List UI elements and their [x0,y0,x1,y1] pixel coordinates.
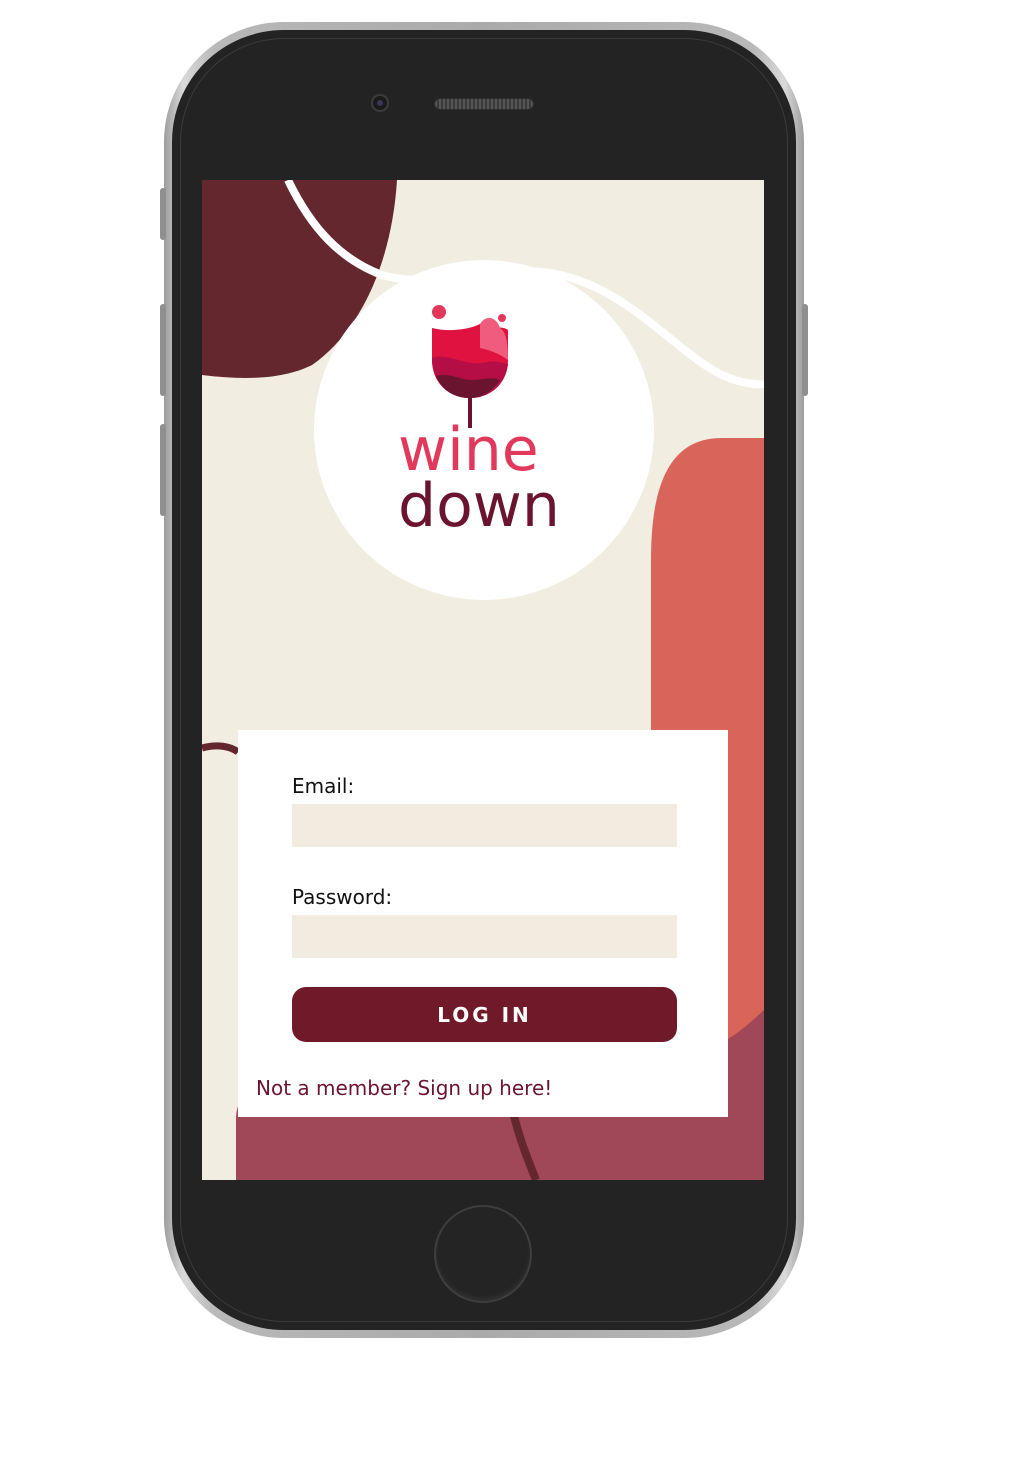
front-camera-icon [371,94,389,112]
signup-link[interactable]: Not a member? Sign up here! [256,1076,552,1100]
login-card: Email: Password: LOG IN Not a member? Si… [238,730,728,1117]
power-button [802,304,808,396]
silent-switch [160,188,166,240]
brand-wordmark-bottom: down [398,471,560,541]
login-button[interactable]: LOG IN [292,987,677,1042]
volume-down-button [160,424,166,516]
earpiece-speaker-icon [434,98,534,110]
email-label: Email: [292,774,355,798]
password-label: Password: [292,885,393,909]
volume-up-button [160,304,166,396]
email-field[interactable] [292,804,677,847]
maroon-curve-line [202,742,241,755]
app-screen: wine down Email: Password: LOG IN Not a … [202,180,764,1180]
password-field[interactable] [292,915,677,958]
wine-glass-icon [432,305,508,428]
home-button-icon[interactable] [434,1205,532,1303]
